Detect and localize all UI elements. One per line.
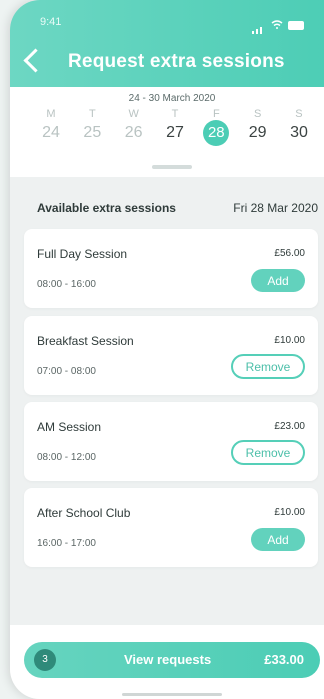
session-time: 16:00 - 17:00 (37, 538, 96, 549)
day-24[interactable]: 24 (38, 124, 64, 146)
remove-button[interactable]: Remove (231, 440, 305, 465)
status-time: 9:41 (40, 16, 62, 28)
session-name: After School Club (37, 506, 131, 520)
add-button[interactable]: Add (251, 269, 305, 292)
session-name: Full Day Session (37, 247, 128, 261)
session-name: Breakfast Session (37, 334, 134, 348)
day-letter: S (295, 108, 303, 120)
section-title: Available extra sessions (37, 201, 176, 215)
wifi-icon (271, 16, 283, 34)
header: 9:41 Request extra sessions (10, 0, 324, 87)
battery-icon (288, 20, 304, 30)
signal-icon (252, 21, 266, 34)
view-requests-label: View requests (124, 652, 212, 667)
phone-screen: 9:41 Request extra sessions 24 - 30 Marc… (10, 0, 324, 699)
day-letter: T (171, 108, 179, 120)
total-amount: £33.00 (264, 652, 304, 667)
session-card: Full Day Session £56.00 08:00 - 16:00 Ad… (24, 229, 318, 308)
day-26[interactable]: 26 (121, 124, 147, 146)
section-date: Fri 28 Mar 2020 (233, 201, 318, 215)
drag-handle[interactable] (152, 165, 192, 169)
session-price: £23.00 (274, 421, 305, 432)
session-card: After School Club £10.00 16:00 - 17:00 A… (24, 488, 318, 567)
session-time: 07:00 - 08:00 (37, 366, 96, 377)
day-letter: T (88, 108, 96, 120)
session-price: £56.00 (274, 248, 305, 259)
request-count-badge: 3 (34, 649, 56, 671)
session-price: £10.00 (274, 335, 305, 346)
page-title: Request extra sessions (68, 51, 285, 72)
day-28-selected[interactable]: 28 (203, 120, 230, 146)
session-time: 08:00 - 16:00 (37, 279, 96, 290)
section-header: Available extra sessions Fri 28 Mar 2020 (10, 177, 324, 227)
view-requests-button[interactable]: 3 View requests £33.00 (24, 642, 320, 678)
day-letter: F (212, 108, 220, 120)
home-indicator (122, 693, 222, 696)
day-letter: S (253, 108, 262, 120)
day-30[interactable]: 30 (286, 124, 312, 146)
day-letter: W (128, 108, 139, 120)
add-button[interactable]: Add (251, 528, 305, 551)
session-card: Breakfast Session £10.00 07:00 - 08:00 R… (24, 316, 318, 395)
day-letter: M (46, 108, 56, 120)
day-letters: M T W T F S S (10, 104, 324, 120)
remove-button[interactable]: Remove (231, 354, 305, 379)
session-name: AM Session (37, 420, 102, 434)
week-range: 24 - 30 March 2020 (128, 93, 216, 104)
day-29[interactable]: 29 (245, 124, 271, 146)
status-icons (252, 16, 304, 34)
week-calendar: 24 - 30 March 2020 M T W T F S S 24 25 2… (10, 87, 324, 177)
session-time: 08:00 - 12:00 (37, 452, 96, 463)
day-27[interactable]: 27 (162, 124, 188, 146)
day-25[interactable]: 25 (79, 124, 105, 146)
session-card: AM Session £23.00 08:00 - 12:00 Remove (24, 402, 318, 481)
session-price: £10.00 (274, 507, 305, 518)
day-numbers: 24 25 26 27 28 29 30 (10, 120, 324, 146)
bottom-bar: 3 View requests £33.00 (10, 625, 324, 699)
back-arrow-icon[interactable] (23, 48, 48, 73)
